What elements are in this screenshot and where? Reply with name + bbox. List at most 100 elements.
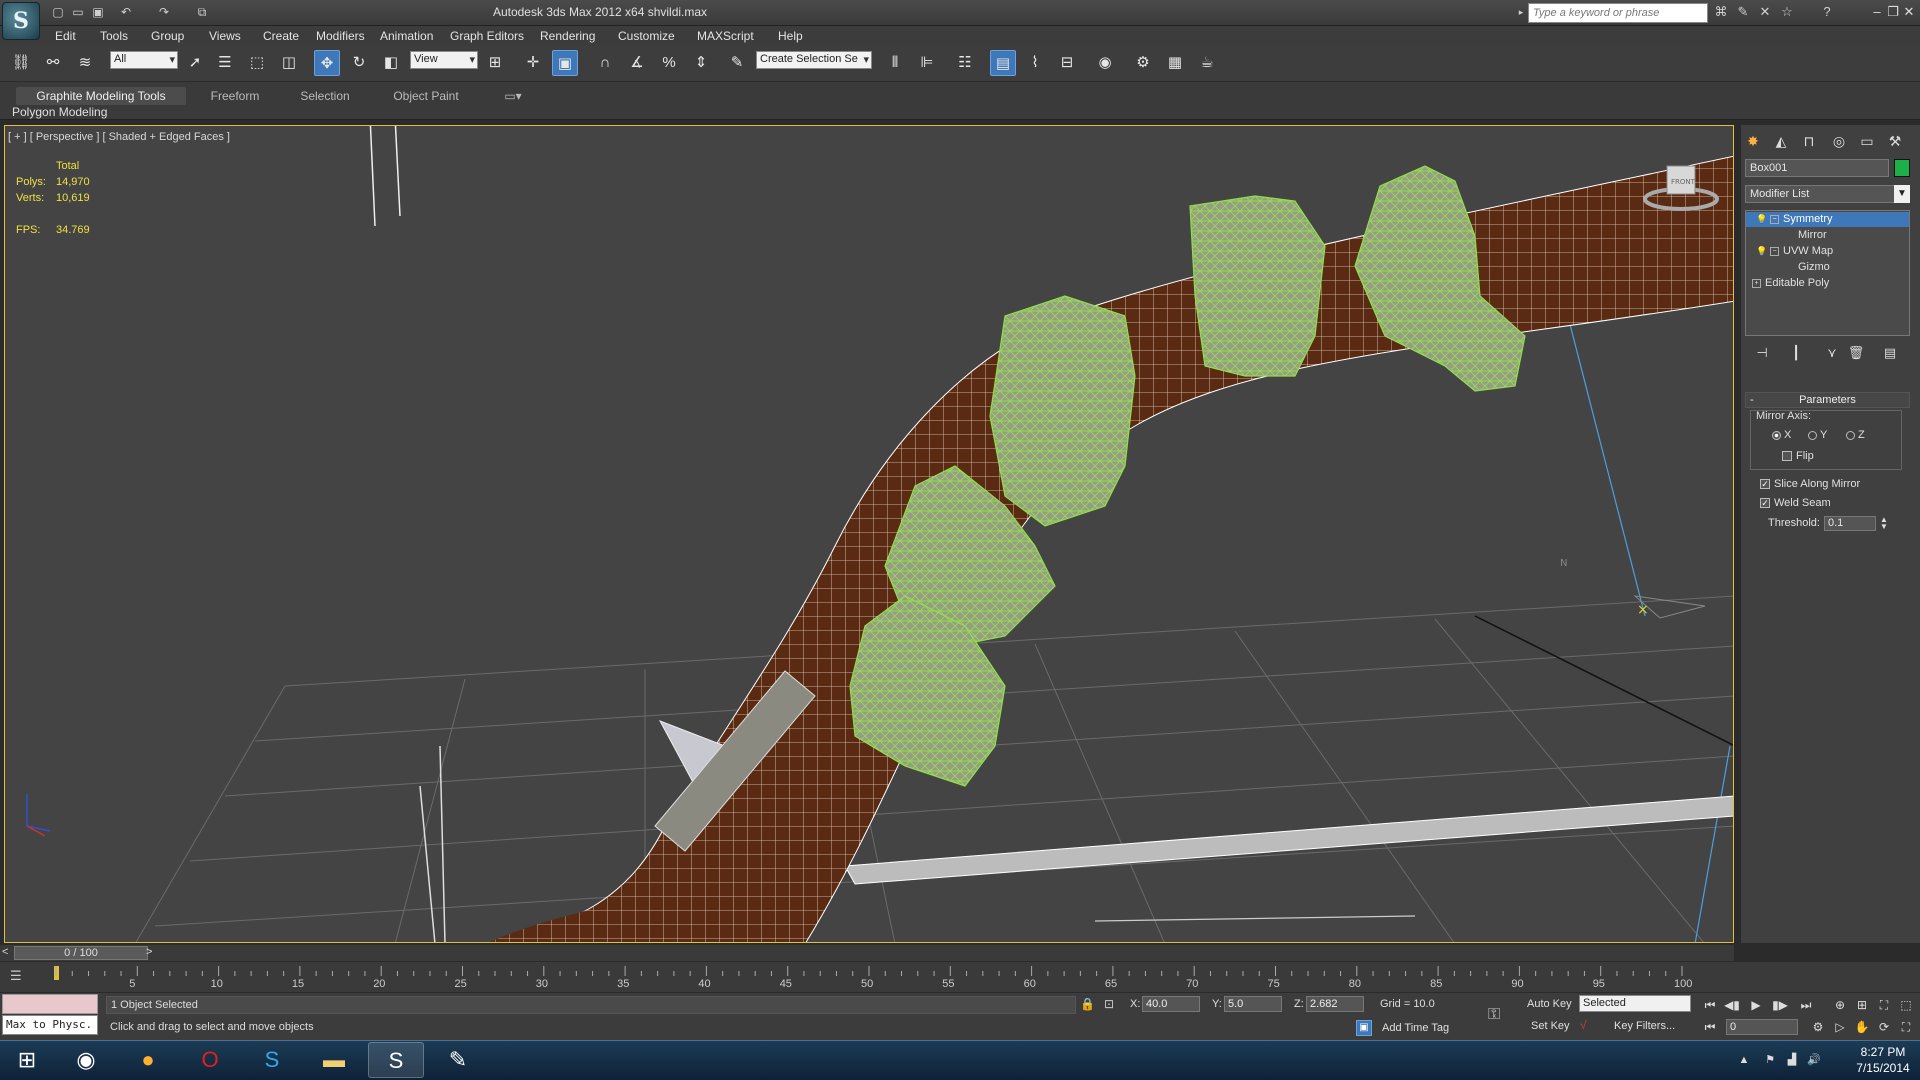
menu-group[interactable]: Group [151,26,184,46]
axis-x-radio[interactable]: X [1772,429,1791,441]
time-prev-button[interactable]: < [2,946,14,960]
configure-sets-icon[interactable]: ▤ [1880,344,1900,362]
set-key-button[interactable]: Set Key [1531,1020,1570,1032]
pivot-center-icon[interactable]: ⊞ [482,50,508,76]
tab-object-paint[interactable]: Object Paint [385,87,467,105]
go-to-end-icon[interactable]: ⏭ [1796,996,1816,1014]
menu-help[interactable]: Help [778,26,803,46]
mirror-icon[interactable]: ⫴ [882,50,908,76]
previous-frame-icon[interactable]: ◀▮ [1722,996,1742,1014]
ribbon-panel-polygon-modeling[interactable]: Polygon Modeling [12,104,107,120]
x-coord-field[interactable]: 40.0 [1142,996,1200,1012]
search-input[interactable]: Type a keyword or phrase [1528,3,1708,23]
checkbox-icon[interactable] [1782,451,1792,462]
select-and-move-icon[interactable]: ✥ [314,50,340,76]
stack-item-editable-poly[interactable]: + Editable Poly [1746,276,1909,291]
menu-modifiers[interactable]: Modifiers [316,26,365,46]
key-filters-button[interactable]: Key Filters... [1614,1020,1675,1032]
curve-editor-icon[interactable]: ⌇ [1022,50,1048,76]
y-coord-field[interactable]: 5.0 [1224,996,1282,1012]
pan-view-icon[interactable]: ✋ [1852,1018,1872,1036]
link-icon[interactable]: ⛓ [8,50,34,76]
weld-seam-checkbox[interactable]: ✓ Weld Seam [1760,497,1831,509]
communication-icon[interactable]: ✕ [1756,3,1774,21]
tab-freeform[interactable]: Freeform [200,87,270,105]
axis-z-radio[interactable]: Z [1846,429,1865,441]
rectangular-selection-icon[interactable]: ⬚ [244,50,270,76]
perspective-viewport[interactable]: × N FRONT [4,125,1734,943]
menu-animation[interactable]: Animation [380,26,433,46]
auto-key-button[interactable]: Auto Key [1527,998,1572,1010]
play-icon[interactable]: ▶ [1746,996,1766,1014]
named-selection-dropdown[interactable]: Create Selection Se [756,51,872,69]
object-color-swatch[interactable] [1894,159,1910,177]
next-frame-icon[interactable]: ▮▶ [1770,996,1790,1014]
time-next-button[interactable]: > [146,946,158,960]
modifier-list-dropdown[interactable]: Modifier List [1745,185,1910,203]
material-editor-icon[interactable]: ◉ [1092,50,1118,76]
start-button-icon[interactable]: ⊞ [0,1042,54,1078]
expand-icon[interactable]: − [1770,246,1779,256]
current-frame-field[interactable]: 0 [1726,1019,1798,1035]
zoom-extents-icon[interactable]: ⛶ [1874,996,1894,1014]
orbit-icon[interactable]: ⟳ [1874,1018,1894,1036]
radio-icon[interactable] [1846,430,1855,440]
expand-icon[interactable]: + [1752,278,1761,288]
menu-tools[interactable]: Tools [100,26,128,46]
window-crossing-icon[interactable]: ◫ [276,50,302,76]
checkmark-icon[interactable]: ✓ [1760,479,1770,490]
z-coord-field[interactable]: 2.682 [1306,996,1364,1012]
3ds-max-taskbar-icon[interactable]: S [368,1042,424,1078]
volume-icon[interactable]: 🔊 [1806,1052,1822,1068]
utilities-tab-icon[interactable]: ⚒ [1884,130,1906,152]
unlink-icon[interactable]: ⚯ [40,50,66,76]
select-and-rotate-icon[interactable]: ↻ [346,50,372,76]
motion-tab-icon[interactable]: ◎ [1828,130,1850,152]
chevron-down-icon[interactable]: ▼ [1894,185,1910,203]
selection-filter-dropdown[interactable]: All [110,51,178,69]
expand-icon[interactable]: − [1770,214,1779,224]
action-center-icon[interactable]: ⚑ [1762,1052,1778,1068]
keyboard-shortcut-override-icon[interactable]: ▣ [552,50,578,76]
zoom-extents-all-icon[interactable]: ⬚ [1896,996,1916,1014]
maxscript-listener-output[interactable] [2,994,98,1014]
threshold-spinner[interactable]: 0.1 [1824,516,1876,531]
pin-stack-icon[interactable]: ⊣ [1752,344,1772,362]
tab-selection[interactable]: Selection [290,87,360,105]
show-end-result-icon[interactable]: ┃ [1786,344,1806,362]
default-tangent-icon[interactable]: √ [1580,1018,1596,1034]
network-icon[interactable]: ▟ [1784,1052,1800,1068]
time-config-icon[interactable]: ⚙ [1808,1018,1828,1036]
menu-maxscript[interactable]: MAXScript [697,26,754,46]
field-of-view-icon[interactable]: ▷ [1830,1018,1850,1036]
stack-item-mirror[interactable]: Mirror [1746,228,1909,243]
selection-lock-icon[interactable]: 🔒 [1080,997,1095,1013]
rendered-frame-icon[interactable]: ▦ [1162,50,1188,76]
layer-manager-icon[interactable]: ☷ [952,50,978,76]
make-unique-icon[interactable]: ⋎ [1822,344,1842,362]
bulb-icon[interactable]: 💡 [1756,244,1767,259]
tray-expand-icon[interactable]: ▲ [1736,1052,1752,1068]
track-bar[interactable] [0,962,1920,992]
radio-icon[interactable] [1808,430,1817,440]
select-by-name-icon[interactable]: ☰ [212,50,238,76]
viewport-label[interactable]: [ + ] [ Perspective ] [ Shaded + Edged F… [8,131,230,143]
menu-rendering[interactable]: Rendering [540,26,595,46]
time-slider-thumb[interactable]: 0 / 100 [14,946,148,960]
stack-item-uvw-map[interactable]: 💡 − UVW Map [1746,244,1909,259]
app-logo-icon[interactable]: S [2,2,40,40]
reference-coordinate-dropdown[interactable]: View [410,51,478,69]
favorites-star-icon[interactable]: ☆ [1778,3,1796,21]
spinner-arrows-icon[interactable]: ▲ ▼ [1880,516,1888,531]
menu-views[interactable]: Views [209,26,241,46]
maxscript-mini-listener[interactable]: Max to Physc. [2,1015,98,1035]
bulb-icon[interactable]: 💡 [1756,212,1767,227]
close-icon[interactable]: ✕ [1900,3,1918,21]
select-object-icon[interactable]: ➚ [182,50,208,76]
checkmark-icon[interactable]: ✓ [1760,498,1770,509]
remove-modifier-icon[interactable]: 🗑 [1846,344,1866,362]
snap-toggle-icon[interactable]: ∩ [592,50,618,76]
schematic-view-icon[interactable]: ⊟ [1054,50,1080,76]
graphite-toggle-icon[interactable]: ▤ [990,50,1016,76]
ribbon-options-icon[interactable]: ▭▾ [500,87,526,105]
